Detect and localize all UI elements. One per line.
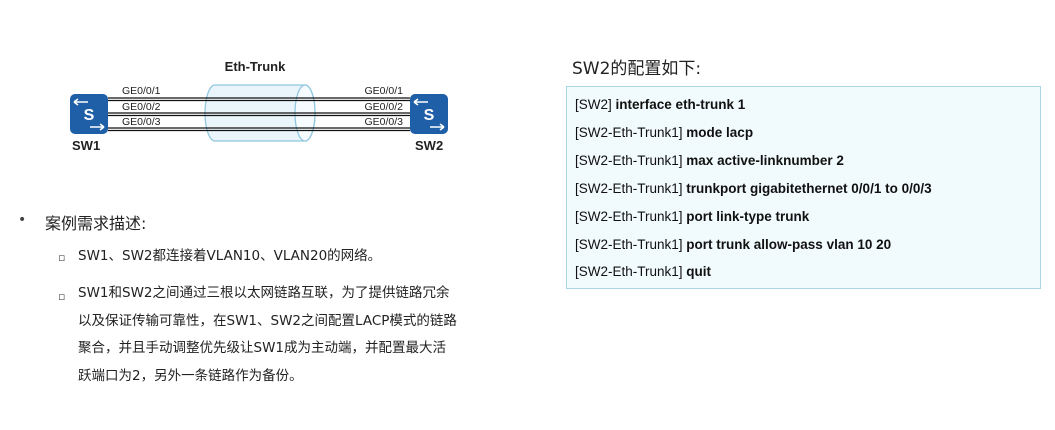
config-prompt: [SW2-Eth-Trunk1]	[575, 264, 683, 279]
eth-trunk-label: Eth-Trunk	[225, 59, 286, 74]
config-line: [SW2] interface eth-trunk 1	[575, 97, 745, 112]
requirements-bullet: •	[18, 212, 27, 228]
config-line: [SW2-Eth-Trunk1] max active-linknumber 2	[575, 153, 844, 168]
sw2-letter: S	[424, 107, 435, 124]
sw1-port-3-label: GE0/0/3	[122, 116, 161, 128]
config-prompt: [SW2-Eth-Trunk1]	[575, 209, 683, 224]
requirements-title: 案例需求描述:	[45, 214, 147, 233]
config-prompt: [SW2]	[575, 97, 612, 112]
requirement-item-2-line: 聚合，并且手动调整优先级让SW1成为主动端，并配置最大活	[78, 340, 447, 356]
config-box: [SW2] interface eth-trunk 1 [SW2-Eth-Tru…	[566, 86, 1041, 289]
config-title: SW2的配置如下:	[572, 59, 702, 79]
config-command: max active-linknumber 2	[686, 153, 844, 168]
config-prompt: [SW2-Eth-Trunk1]	[575, 153, 683, 168]
sw1-switch-icon: S	[70, 94, 108, 134]
sw1-port-2-label: GE0/0/2	[122, 101, 161, 113]
requirement-item-1: SW1、SW2都连接着VLAN10、VLAN20的网络。	[78, 248, 382, 264]
sw1-letter: S	[84, 107, 95, 124]
sw2-switch-icon: S	[410, 94, 448, 134]
sw1-port-1-label: GE0/0/1	[122, 85, 161, 97]
config-command: port trunk allow-pass vlan 10 20	[686, 237, 892, 252]
config-line: [SW2-Eth-Trunk1] port link-type trunk	[575, 209, 809, 224]
config-line: [SW2-Eth-Trunk1] port trunk allow-pass v…	[575, 237, 891, 252]
sub-bullet-2-icon: ▫	[58, 290, 66, 303]
sw1-label: SW1	[72, 138, 100, 153]
sw2-port-3-label: GE0/0/3	[364, 116, 403, 128]
requirement-item-2-line: SW1和SW2之间通过三根以太网链路互联，为了提供链路冗余	[78, 285, 450, 301]
config-line: [SW2-Eth-Trunk1] trunkport gigabitethern…	[575, 181, 932, 196]
requirement-item-2-line: 以及保证传输可靠性，在SW1、SW2之间配置LACP模式的链路	[78, 312, 457, 329]
topology-diagram: Eth-Trunk GE0/0/1 GE0/0/2 GE0/0/3 GE0/0/…	[70, 59, 448, 153]
config-prompt: [SW2-Eth-Trunk1]	[575, 237, 683, 252]
requirement-item-2-line: 跃端口为2，另外一条链路作为备份。	[78, 367, 303, 384]
config-command: quit	[686, 264, 712, 279]
requirement-item-2: SW1和SW2之间通过三根以太网链路互联，为了提供链路冗余 以及保证传输可靠性，…	[78, 280, 523, 390]
sw2-label: SW2	[415, 138, 443, 153]
config-prompt: [SW2-Eth-Trunk1]	[575, 181, 683, 196]
config-prompt: [SW2-Eth-Trunk1]	[575, 125, 683, 140]
config-line: [SW2-Eth-Trunk1] quit	[575, 264, 711, 279]
sw2-port-2-label: GE0/0/2	[364, 101, 403, 113]
config-command: mode lacp	[686, 125, 754, 140]
config-line: [SW2-Eth-Trunk1] mode lacp	[575, 125, 753, 140]
config-command: port link-type trunk	[686, 209, 810, 224]
config-command: trunkport gigabitethernet 0/0/1 to 0/0/3	[686, 181, 932, 196]
sw2-port-1-label: GE0/0/1	[364, 85, 403, 97]
sub-bullet-1-icon: ▫	[58, 251, 66, 264]
config-command: interface eth-trunk 1	[615, 97, 746, 112]
